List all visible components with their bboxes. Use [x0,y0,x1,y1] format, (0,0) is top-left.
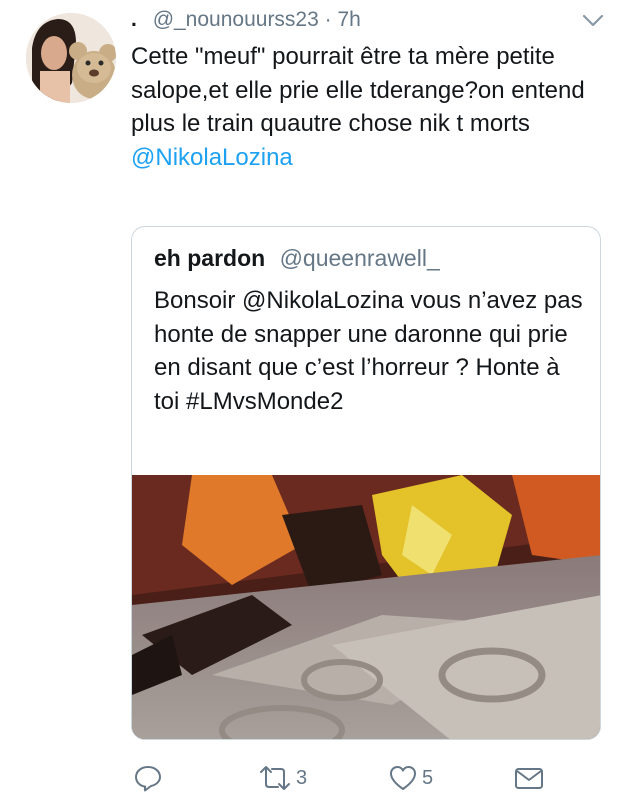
like-count: 5 [422,766,434,789]
tweet-header: . @_nounouurss23 · 7h [131,8,594,38]
like-button[interactable]: 5 [388,760,433,796]
author-handle[interactable]: @_nounouurss23 [153,8,319,31]
tweet-text: Cette "meuf" pourrait être ta mère petit… [131,43,585,137]
quoted-author-name: eh pardon [154,245,266,271]
direct-message-button[interactable] [513,760,545,796]
heart-icon [390,766,416,790]
retweet-count: 3 [296,766,308,789]
author-display-name[interactable]: . [131,8,137,31]
retweet-icon [260,766,290,790]
author-avatar[interactable] [26,13,116,103]
header-separator: · [324,8,332,31]
tweet-body: Cette "meuf" pourrait être ta mère petit… [131,40,591,174]
quoted-tweet[interactable]: eh pardon @queenrawell_ Bonsoir @NikolaL… [131,226,601,740]
quoted-author-handle: @queenrawell_ [279,245,440,271]
mention-link[interactable]: @NikolaLozina [131,141,591,175]
quoted-header: eh pardon @queenrawell_ [154,245,440,272]
avatar-photo [26,13,116,103]
quoted-media-image[interactable] [132,475,600,739]
quoted-text: Bonsoir @NikolaLozina vous n’avez pas ho… [154,287,583,415]
tweet-actions: 3 5 [0,760,624,800]
reply-button[interactable] [133,760,163,796]
retweet-button[interactable]: 3 [258,760,307,796]
tweet-timestamp[interactable]: 7h [337,8,360,31]
chevron-down-icon[interactable] [582,13,604,29]
reply-icon [135,766,161,792]
envelope-icon [515,768,543,789]
